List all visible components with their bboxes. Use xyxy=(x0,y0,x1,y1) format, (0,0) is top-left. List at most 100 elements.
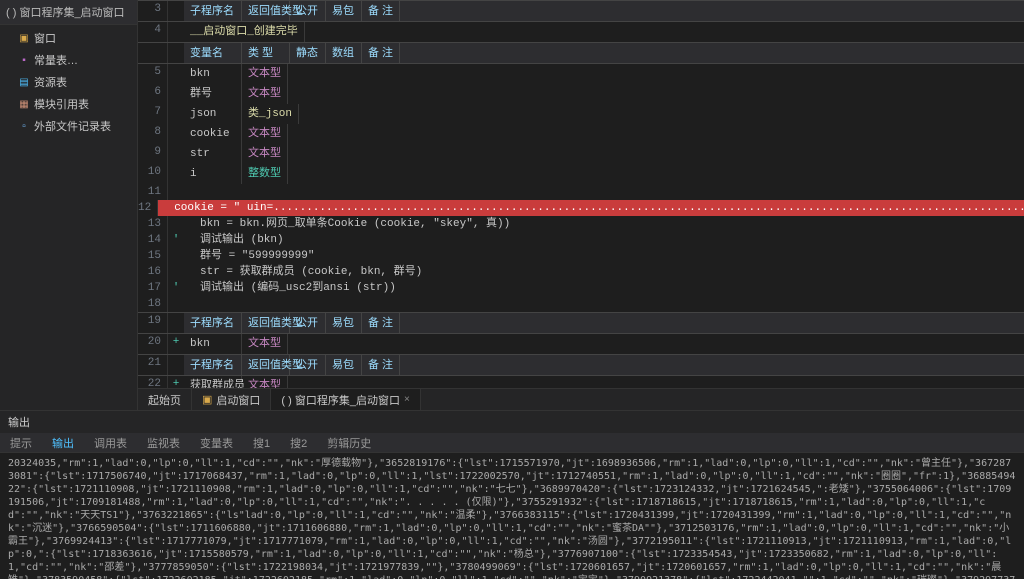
gutter: 7 xyxy=(138,104,168,124)
tree-item-extfile[interactable]: ▫ 外部文件记录表 xyxy=(0,115,137,137)
gutter: 12 xyxy=(138,200,158,216)
output-tab-var[interactable]: 变量表 xyxy=(190,433,243,452)
const-icon: ▪ xyxy=(18,54,30,66)
output-body[interactable]: 20324035,"rm":1,"lad":0,"lp":0,"ll":1,"c… xyxy=(0,453,1024,579)
sub-name-row[interactable]: 4 __启动窗口_创建完毕 xyxy=(138,22,1024,42)
marker xyxy=(168,1,184,21)
editor: 3 子程序名 返回值类型 公开 易包 备 注 4 __启动窗口_创建完毕 变量名… xyxy=(138,0,1024,410)
gutter: 8 xyxy=(138,124,168,144)
code-text: 调试输出 (bkn) xyxy=(184,232,288,248)
code-line[interactable]: 14'调试输出 (bkn) xyxy=(138,232,1024,248)
code-text: cookie = " uin=.........................… xyxy=(158,200,1024,216)
var-type: 文本型 xyxy=(242,84,288,104)
sub2-header: 19 子程序名 返回值类型 公开 易包 备 注 xyxy=(138,312,1024,334)
tree-item-resource[interactable]: ▤ 资源表 xyxy=(0,71,137,93)
tab-assembly[interactable]: ( ) 窗口程序集_启动窗口 × xyxy=(271,389,420,411)
tree: ▣ 窗口 ▪ 常量表… ▤ 资源表 ▦ 模块引用表 ▫ 外部文件记录表 xyxy=(0,25,137,139)
col-pkg: 易包 xyxy=(326,1,362,21)
code-text: 群号 = "599999999" xyxy=(184,248,318,264)
tree-item-module[interactable]: ▦ 模块引用表 xyxy=(0,93,137,115)
sub3-row[interactable]: 22 + 获取群成员 文本型 xyxy=(138,376,1024,388)
gutter: 16 xyxy=(138,264,168,280)
marker xyxy=(168,164,184,184)
tree-label: 资源表 xyxy=(34,74,67,90)
marker: ' xyxy=(168,232,184,248)
window-icon: ▣ xyxy=(202,393,212,406)
sub3-header: 21 子程序名 返回值类型 公开 易包 备 注 xyxy=(138,354,1024,376)
output-tab-out[interactable]: 输出 xyxy=(42,433,84,452)
sidebar-header: ( ) 窗口程序集_启动窗口 xyxy=(0,0,137,25)
var-name: str xyxy=(184,144,242,164)
tree-label: 窗口 xyxy=(34,30,56,46)
var-row[interactable]: 7json类_json xyxy=(138,104,1024,124)
output-tab-tip[interactable]: 提示 xyxy=(0,433,42,452)
output-tab-call[interactable]: 调用表 xyxy=(84,433,137,452)
marker xyxy=(168,124,184,144)
code-line[interactable]: 12cookie = " uin=.......................… xyxy=(138,200,1024,216)
gutter: 13 xyxy=(138,216,168,232)
var-type: 类_json xyxy=(242,104,299,124)
module-icon: ▦ xyxy=(18,98,30,110)
marker: ' xyxy=(168,280,184,296)
sidebar: ( ) 窗口程序集_启动窗口 ▣ 窗口 ▪ 常量表… ▤ 资源表 ▦ 模块引用表… xyxy=(0,0,138,410)
tree-label: 模块引用表 xyxy=(34,96,89,112)
var-row[interactable]: 6群号文本型 xyxy=(138,84,1024,104)
var-type: 整数型 xyxy=(242,164,288,184)
marker xyxy=(168,184,184,200)
marker xyxy=(168,144,184,164)
var-name: 群号 xyxy=(184,84,242,104)
var-name: cookie xyxy=(184,124,242,144)
gutter: 11 xyxy=(138,184,168,200)
code-text: bkn = bkn.网页_取单条Cookie (cookie, "skey", … xyxy=(184,216,514,232)
code-text: 调试输出 (编码_usc2到ansi (str)) xyxy=(184,280,400,296)
code-line[interactable]: 11 xyxy=(138,184,1024,200)
code-line[interactable]: 15 群号 = "599999999" xyxy=(138,248,1024,264)
tab-start[interactable]: 起始页 xyxy=(138,389,192,411)
tree-label: 外部文件记录表 xyxy=(34,118,111,134)
marker xyxy=(168,216,184,232)
var-row[interactable]: 5bkn文本型 xyxy=(138,64,1024,84)
var-name: bkn xyxy=(184,64,242,84)
gutter: 3 xyxy=(138,1,168,21)
output-title: 输出 xyxy=(0,411,1024,433)
tree-item-const[interactable]: ▪ 常量表… xyxy=(0,49,137,71)
output-tab-watch[interactable]: 监视表 xyxy=(137,433,190,452)
output-tabs: 提示 输出 调用表 监视表 变量表 搜1 搜2 剪辑历史 xyxy=(0,433,1024,453)
output-panel: 输出 提示 输出 调用表 监视表 变量表 搜1 搜2 剪辑历史 20324035… xyxy=(0,410,1024,579)
close-icon[interactable]: × xyxy=(404,394,410,405)
marker xyxy=(168,84,184,104)
window-icon: ▣ xyxy=(18,32,30,44)
code-line[interactable]: 17'调试输出 (编码_usc2到ansi (str)) xyxy=(138,280,1024,296)
code-line[interactable]: 13 bkn = bkn.网页_取单条Cookie (cookie, "skey"… xyxy=(138,216,1024,232)
gutter: 18 xyxy=(138,296,168,312)
marker xyxy=(168,64,184,84)
code-text xyxy=(184,296,204,312)
resource-icon: ▤ xyxy=(18,76,30,88)
sub2-row[interactable]: 20 + bkn 文本型 xyxy=(138,334,1024,354)
var-name: i xyxy=(184,164,242,184)
gutter: 5 xyxy=(138,64,168,84)
tree-label: 常量表… xyxy=(34,52,78,68)
output-tab-clip[interactable]: 剪辑历史 xyxy=(317,433,381,452)
col-note: 备 注 xyxy=(362,1,400,21)
marker xyxy=(168,296,184,312)
output-tab-s1[interactable]: 搜1 xyxy=(243,433,280,452)
code-line[interactable]: 16str = 获取群成员 (cookie, bkn, 群号) xyxy=(138,264,1024,280)
var-type: 文本型 xyxy=(242,144,288,164)
var-header: 变量名 类 型 静态 数组 备 注 xyxy=(138,42,1024,64)
marker xyxy=(168,248,184,264)
sub-name: __启动窗口_创建完毕 xyxy=(184,22,305,42)
code-area[interactable]: 3 子程序名 返回值类型 公开 易包 备 注 4 __启动窗口_创建完毕 变量名… xyxy=(138,0,1024,388)
output-tab-s2[interactable]: 搜2 xyxy=(280,433,317,452)
code-line[interactable]: 18 xyxy=(138,296,1024,312)
marker xyxy=(168,104,184,124)
gutter: 14 xyxy=(138,232,168,248)
gutter: 15 xyxy=(138,248,168,264)
file-icon: ▫ xyxy=(18,120,30,132)
var-row[interactable]: 9 str文本型 xyxy=(138,144,1024,164)
var-row[interactable]: 8cookie文本型 xyxy=(138,124,1024,144)
var-row[interactable]: 10i整数型 xyxy=(138,164,1024,184)
gutter: 9 xyxy=(138,144,168,164)
tree-item-window[interactable]: ▣ 窗口 xyxy=(0,27,137,49)
tab-startwin[interactable]: ▣ 启动窗口 xyxy=(192,389,271,411)
